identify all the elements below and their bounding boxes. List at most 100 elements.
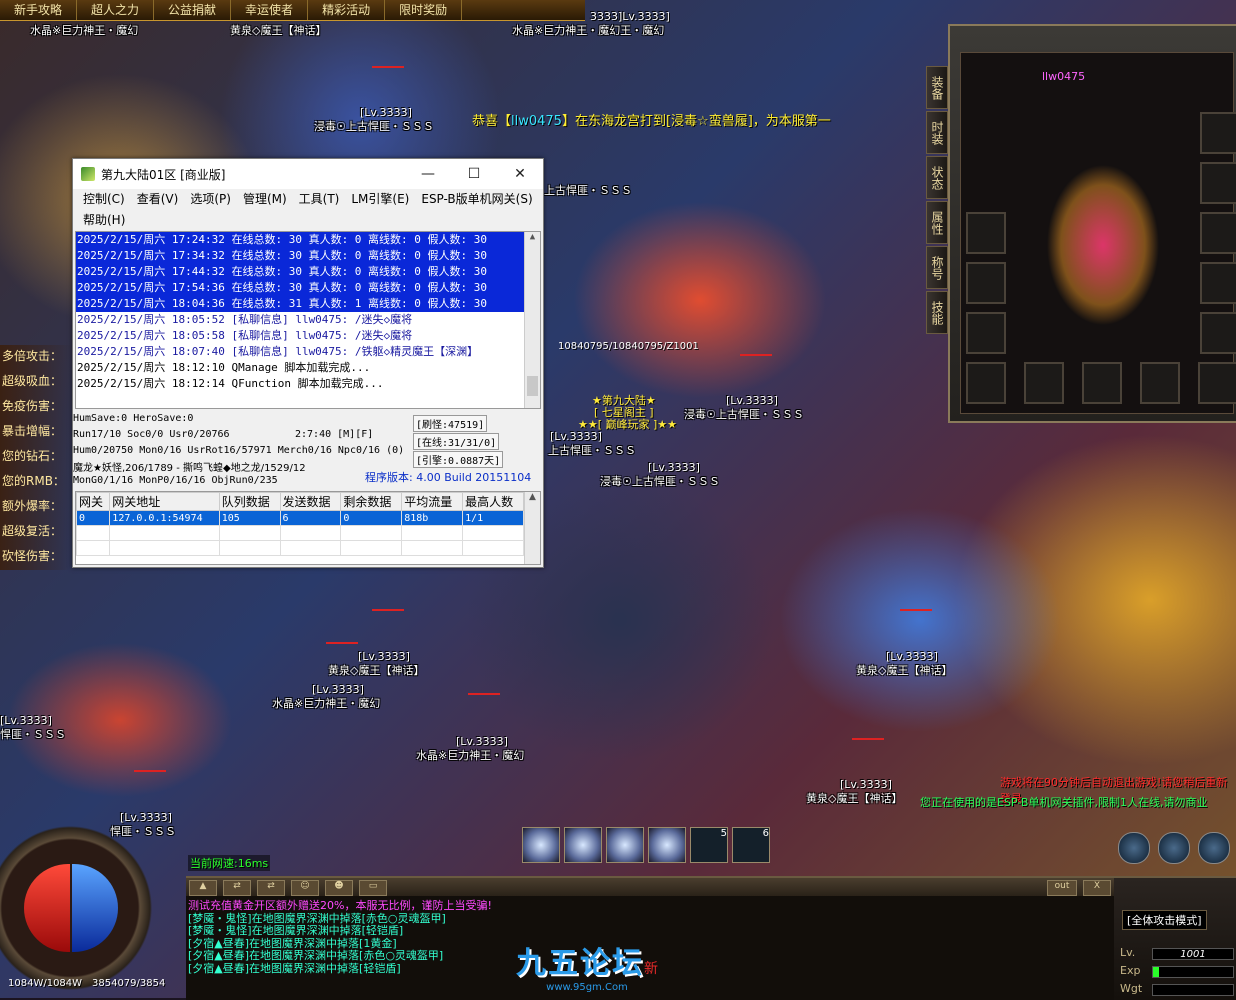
window-titlebar[interactable]: 第九大陆01区 [商业版] — ☐ ✕ bbox=[73, 159, 543, 189]
exp-readout: 3854079/3854 bbox=[92, 978, 166, 989]
tab-fashion[interactable]: 时装 bbox=[926, 111, 948, 154]
cell: 6 bbox=[279, 510, 342, 526]
menu-help[interactable]: 帮助(H) bbox=[77, 210, 131, 231]
skill-slot[interactable] bbox=[522, 827, 560, 863]
maximize-button[interactable]: ☐ bbox=[451, 166, 497, 182]
settings-orb-button[interactable] bbox=[1198, 832, 1230, 864]
table-row[interactable]: 0 127.0.0.1:54974 105 6 0 818b 1/1 bbox=[75, 510, 524, 526]
log-line[interactable]: 2025/2/15/周六 18:05:52 [私聊信息] llw0475: /迷… bbox=[76, 312, 540, 328]
chat-channel-button[interactable]: ▲ bbox=[189, 880, 217, 896]
chat-channel-button[interactable]: ☺ bbox=[291, 880, 319, 896]
monster-hp-bar bbox=[372, 66, 404, 68]
equipment-panel[interactable]: llw0475 bbox=[948, 24, 1236, 423]
menu-tools[interactable]: 工具(T) bbox=[293, 189, 346, 210]
equip-slot-bracelet-left[interactable] bbox=[966, 262, 1006, 304]
skill-slot[interactable] bbox=[606, 827, 644, 863]
server-broadcast: 恭喜【llw0475】在东海龙宫打到[浸毒☆蛮兽履]，为本服第一 bbox=[472, 114, 831, 129]
col-queue[interactable]: 队列数据 bbox=[218, 492, 281, 511]
equip-slot-medal[interactable] bbox=[1200, 162, 1236, 204]
server-console-window[interactable]: 第九大陆01区 [商业版] — ☐ ✕ 控制(C) 查看(V) 选项(P) 管理… bbox=[72, 158, 544, 568]
skill-slot[interactable]: 6 bbox=[732, 827, 770, 863]
tab-lucky-envoy[interactable]: 幸运使者 bbox=[231, 0, 309, 20]
equip-slot-stone[interactable] bbox=[1140, 362, 1180, 404]
attack-mode[interactable]: [全体攻击模式] bbox=[1122, 910, 1207, 930]
tab-status[interactable]: 状态 bbox=[926, 156, 948, 199]
equipment-side-tabs: 装备 时装 状态 属性 称号 技能 bbox=[926, 66, 948, 336]
menu-manage[interactable]: 管理(M) bbox=[237, 189, 293, 210]
log-line[interactable]: 2025/2/15/周六 17:44:32 在线总数: 30 真人数: 0 离线… bbox=[76, 264, 540, 280]
equip-slot-helmet[interactable] bbox=[966, 212, 1006, 254]
tab-events[interactable]: 精彩活动 bbox=[308, 0, 386, 20]
tab-titles[interactable]: 称号 bbox=[926, 246, 948, 289]
gateway-table[interactable]: 网关 网关地址 队列数据 发送数据 剩余数据 平均流量 最高人数 0 127.0… bbox=[75, 491, 541, 565]
equip-slot-bracelet-right[interactable] bbox=[1200, 212, 1236, 254]
col-max-players[interactable]: 最高人数 bbox=[462, 492, 524, 511]
chat-channel-button[interactable]: ⇄ bbox=[223, 880, 251, 896]
equip-slot-boots[interactable] bbox=[1024, 362, 1064, 404]
chat-close-button[interactable]: X bbox=[1083, 880, 1111, 896]
program-version: 程序版本: 4.00 Build 20151104 bbox=[365, 471, 532, 484]
scroll-up-icon[interactable]: ▲ bbox=[525, 232, 540, 246]
menu-options[interactable]: 选项(P) bbox=[184, 189, 237, 210]
equip-slot-gem[interactable] bbox=[1082, 362, 1122, 404]
skill-slot[interactable] bbox=[564, 827, 602, 863]
monster-name: 水晶※巨力神王・魔幻 bbox=[30, 24, 139, 37]
watermark-url: www.95gm.Com bbox=[546, 982, 628, 993]
monster-name: 浸毒☉上古悍匪・ＳＳＳ bbox=[600, 475, 720, 488]
equip-slot-extra[interactable] bbox=[1198, 362, 1236, 404]
log-line[interactable]: 2025/2/15/周六 18:12:14 QFunction 脚本加载完成..… bbox=[76, 376, 540, 392]
log-line[interactable]: 2025/2/15/周六 17:24:32 在线总数: 30 真人数: 0 离线… bbox=[76, 232, 540, 248]
chat-out-button[interactable]: out bbox=[1047, 880, 1077, 896]
minimize-button[interactable]: — bbox=[405, 166, 451, 182]
log-line[interactable]: 2025/2/15/周六 17:34:32 在线总数: 30 真人数: 0 离线… bbox=[76, 248, 540, 264]
log-line[interactable]: 2025/2/15/周六 18:04:36 在线总数: 31 真人数: 1 离线… bbox=[76, 296, 540, 312]
tab-attributes[interactable]: 属性 bbox=[926, 201, 948, 244]
tab-equipment[interactable]: 装备 bbox=[926, 66, 948, 109]
tab-newbie-guide[interactable]: 新手攻略 bbox=[0, 0, 78, 20]
col-traffic[interactable]: 平均流量 bbox=[401, 492, 464, 511]
tab-limited-rewards[interactable]: 限时奖励 bbox=[385, 0, 463, 20]
table-row[interactable] bbox=[75, 540, 524, 556]
chat-channel-button[interactable]: ⇄ bbox=[257, 880, 285, 896]
equip-slot-necklace[interactable] bbox=[1200, 112, 1236, 154]
col-remaining[interactable]: 剩余数据 bbox=[340, 492, 403, 511]
menu-view[interactable]: 查看(V) bbox=[131, 189, 185, 210]
menu-orb-button[interactable] bbox=[1118, 832, 1150, 864]
log-line[interactable]: 2025/2/15/周六 17:54:36 在线总数: 30 真人数: 0 离线… bbox=[76, 280, 540, 296]
stat-engine: [引擎:0.0887天] bbox=[413, 451, 504, 468]
chat-channel-button[interactable]: ☻ bbox=[325, 880, 353, 896]
equip-slot-ring-left[interactable] bbox=[966, 312, 1006, 354]
equip-slot-charm[interactable] bbox=[1200, 312, 1236, 354]
chat-panel[interactable]: ▲ ⇄ ⇄ ☺ ☻ ▭ out X 测试充值黄金开区额外赠送20%，本服无比例，… bbox=[186, 876, 1114, 1000]
menu-esp-gateway[interactable]: ESP-B版单机网关(S) bbox=[415, 189, 538, 210]
log-line[interactable]: 2025/2/15/周六 18:05:58 [私聊信息] llw0475: /迷… bbox=[76, 328, 540, 344]
scroll-up-icon[interactable]: ▲ bbox=[525, 492, 540, 506]
col-gateway[interactable]: 网关 bbox=[75, 492, 111, 511]
stat-monster-damage: 砍怪伤害： bbox=[0, 545, 72, 570]
col-address[interactable]: 网关地址 bbox=[109, 492, 220, 511]
tab-skills[interactable]: 技能 bbox=[926, 291, 948, 334]
monster-hp-bar bbox=[372, 609, 404, 611]
log-line[interactable]: 2025/2/15/周六 18:07:40 [私聊信息] llw0475: /铁… bbox=[76, 344, 540, 360]
stat-save: HumSave:0 HeroSave:0 bbox=[73, 413, 194, 424]
monster-name: 上古悍匪・ＳＳＳ bbox=[548, 444, 636, 457]
skill-slot[interactable]: 5 bbox=[690, 827, 728, 863]
tab-charity-donate[interactable]: 公益捐献 bbox=[154, 0, 232, 20]
col-sent[interactable]: 发送数据 bbox=[279, 492, 342, 511]
log-line[interactable]: 2025/2/15/周六 18:12:10 QManage 脚本加载完成... bbox=[76, 360, 540, 376]
tab-superman-power[interactable]: 超人之力 bbox=[77, 0, 155, 20]
server-log[interactable]: 2025/2/15/周六 17:24:32 在线总数: 30 真人数: 0 离线… bbox=[75, 231, 541, 409]
table-scrollbar[interactable]: ▲ bbox=[524, 492, 540, 564]
bag-orb-button[interactable] bbox=[1158, 832, 1190, 864]
close-button[interactable]: ✕ bbox=[497, 166, 543, 182]
menu-lm-engine[interactable]: LM引擎(E) bbox=[345, 189, 415, 210]
scroll-thumb[interactable] bbox=[527, 376, 538, 396]
equip-slot-belt[interactable] bbox=[966, 362, 1006, 404]
menu-control[interactable]: 控制(C) bbox=[77, 189, 131, 210]
log-scrollbar[interactable]: ▲ bbox=[524, 232, 540, 408]
equip-slot-ring-right[interactable] bbox=[1200, 262, 1236, 304]
table-row[interactable] bbox=[75, 525, 524, 541]
chat-channel-button[interactable]: ▭ bbox=[359, 880, 387, 896]
skill-slot[interactable] bbox=[648, 827, 686, 863]
stat-run: Run17/10 Soc0/0 Usr0/20766 bbox=[73, 429, 230, 440]
